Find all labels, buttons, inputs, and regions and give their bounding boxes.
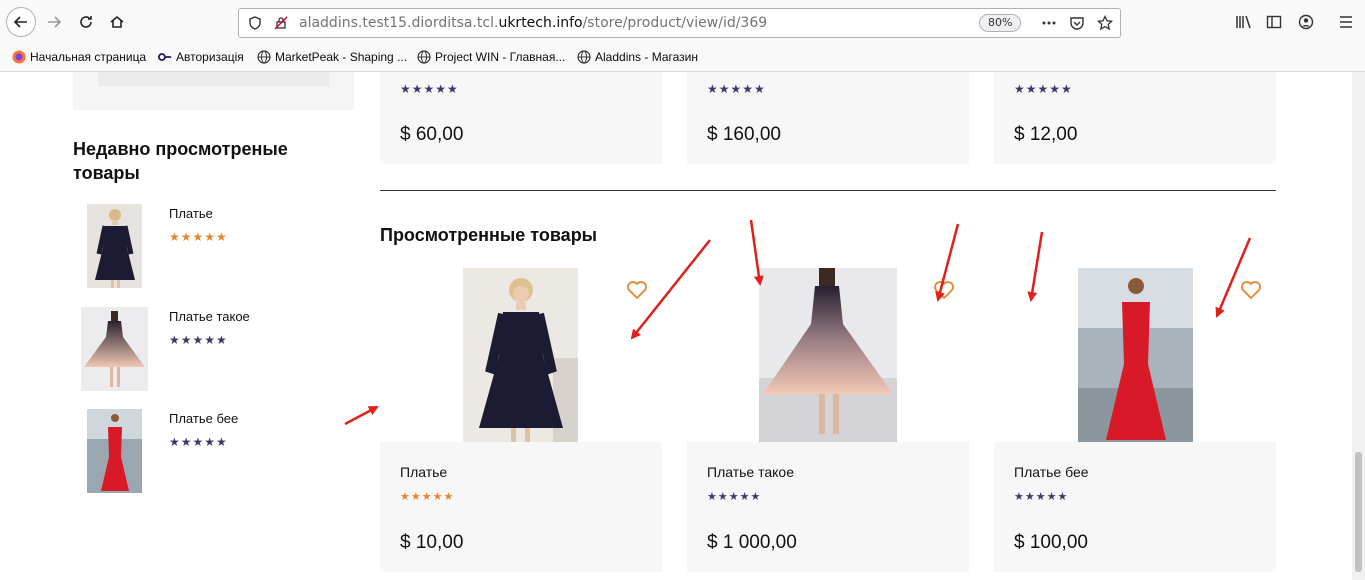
rating-stars: ★★★★★ (169, 333, 228, 347)
product-price: $ 160,00 (707, 124, 781, 145)
recent-item-name[interactable]: Платье бее (169, 411, 238, 426)
recent-thumb-dress-ombre[interactable] (81, 307, 148, 391)
url-host-prefix: aladdins.test15.diorditsa.tcl. (299, 15, 499, 31)
sidebar-icon (1266, 15, 1282, 29)
browser-chrome: aladdins.test15.diorditsa.tcl.ukrtech.in… (0, 0, 1365, 72)
viewed-section-title: Просмотренные товары (380, 225, 598, 245)
rating-stars: ★★★★★ (400, 490, 455, 503)
product-image-dress-black[interactable] (463, 268, 578, 442)
shield-icon[interactable] (245, 13, 265, 33)
bookmark-item[interactable]: Начальная страница (12, 50, 146, 64)
recent-thumb-dress-red[interactable] (87, 409, 142, 493)
url-host-domain: ukrtech.info (498, 15, 583, 31)
bookmark-label: MarketPeak - Shaping ... (275, 50, 408, 64)
bookmark-label: Авторизація (176, 50, 244, 64)
library-button[interactable] (1230, 8, 1258, 36)
product-card[interactable]: Платье ★★★★★ $ 10,00 (380, 268, 662, 572)
bookmark-star-icon[interactable] (1095, 13, 1115, 33)
product-price: $ 60,00 (400, 124, 464, 145)
page-content: Недавно просмотреные товары Платье ★★★★★ (0, 72, 1365, 580)
recent-item-name[interactable]: Платье такое (169, 309, 250, 324)
arrow-left-icon (13, 16, 27, 28)
forward-button[interactable] (40, 8, 68, 36)
globe-icon (257, 50, 271, 64)
url-path: /store/product/view/id/369 (582, 15, 768, 31)
bookmark-item[interactable]: MarketPeak - Shaping ... (257, 50, 407, 64)
library-icon (1236, 15, 1251, 29)
product-info: Платье такое ★★★★★ $ 1 000,00 (687, 442, 969, 572)
home-button[interactable] (103, 8, 131, 36)
heart-icon[interactable] (1240, 280, 1262, 300)
product-info: Платье бее ★★★★★ $ 100,00 (994, 442, 1276, 572)
hamburger-icon (1340, 16, 1352, 28)
recent-item[interactable]: Платье такое ★★★★★ (80, 307, 340, 397)
home-icon (110, 15, 124, 28)
reload-button[interactable] (72, 8, 100, 36)
product-card-top[interactable]: ★★★★★ $ 160,00 (687, 72, 969, 164)
product-name[interactable]: Платье такое (707, 464, 794, 480)
url-bar[interactable]: aladdins.test15.diorditsa.tcl.ukrtech.in… (238, 8, 1121, 38)
product-price: $ 10,00 (400, 532, 464, 553)
scrollbar-thumb[interactable] (1355, 452, 1362, 572)
bookmark-item[interactable]: Project WIN - Главная... (417, 50, 565, 64)
back-button[interactable] (6, 7, 36, 37)
product-card[interactable]: Платье бее ★★★★★ $ 100,00 (994, 268, 1276, 572)
sidebar-filter-block (73, 72, 354, 110)
product-name[interactable]: Платье бее (1014, 464, 1089, 480)
product-price: $ 12,00 (1014, 124, 1078, 145)
rating-stars: ★★★★★ (1014, 82, 1073, 96)
bookmark-label: Aladdins - Магазин (595, 50, 698, 64)
product-card-top[interactable]: ★★★★★ $ 60,00 (380, 72, 662, 164)
insecure-lock-icon[interactable] (271, 13, 291, 33)
rating-stars: ★★★★★ (1014, 490, 1069, 503)
key-icon (158, 53, 172, 61)
product-name[interactable]: Платье (400, 464, 447, 480)
product-card-top[interactable]: ★★★★★ $ 12,00 (994, 72, 1276, 164)
globe-icon (417, 50, 431, 64)
account-icon (1298, 14, 1314, 30)
heart-icon[interactable] (933, 280, 955, 300)
account-button[interactable] (1292, 8, 1320, 36)
product-image-dress-red[interactable] (1078, 268, 1193, 442)
bookmark-item[interactable]: Aladdins - Магазин (577, 50, 698, 64)
bookmarks-toolbar: Начальная страница Авторизація MarketPea… (0, 44, 1365, 72)
heart-icon[interactable] (626, 280, 648, 300)
rating-stars: ★★★★★ (169, 230, 228, 244)
product-price: $ 100,00 (1014, 532, 1088, 553)
product-info: Платье ★★★★★ $ 10,00 (380, 442, 662, 572)
recent-title: Недавно просмотреные товары (73, 139, 288, 183)
rating-stars: ★★★★★ (400, 82, 459, 96)
sidebar-button[interactable] (1260, 8, 1288, 36)
arrow-right-icon (48, 16, 62, 28)
recent-item-name[interactable]: Платье (169, 206, 213, 221)
recent-item[interactable]: Платье ★★★★★ (80, 204, 340, 294)
reload-icon (80, 16, 92, 28)
section-divider (380, 190, 1276, 191)
zoom-badge[interactable]: 80% (979, 14, 1022, 32)
globe-icon (577, 50, 591, 64)
page-actions-icon[interactable] (1039, 13, 1059, 33)
pocket-icon[interactable] (1067, 13, 1087, 33)
recent-thumb-dress-black[interactable] (87, 204, 142, 288)
bookmark-item[interactable]: Авторизація (158, 50, 244, 64)
rating-stars: ★★★★★ (707, 82, 766, 96)
recent-item[interactable]: Платье бее ★★★★★ (80, 409, 340, 499)
url-text[interactable]: aladdins.test15.diorditsa.tcl.ukrtech.in… (299, 15, 767, 31)
product-card[interactable]: Платье такое ★★★★★ $ 1 000,00 (687, 268, 969, 572)
annotation-arrow (344, 405, 379, 426)
bookmark-label: Начальная страница (30, 50, 147, 64)
product-price: $ 1 000,00 (707, 532, 797, 553)
rating-stars: ★★★★★ (707, 490, 762, 503)
sidebar-filter-inner (98, 72, 329, 86)
menu-button[interactable] (1332, 8, 1360, 36)
nav-toolbar: aladdins.test15.diorditsa.tcl.ukrtech.in… (0, 0, 1365, 44)
firefox-icon (12, 50, 26, 64)
bookmark-label: Project WIN - Главная... (435, 50, 566, 64)
page-scrollbar[interactable] (1352, 72, 1365, 580)
product-image-dress-ombre[interactable] (759, 268, 897, 442)
rating-stars: ★★★★★ (169, 435, 228, 449)
